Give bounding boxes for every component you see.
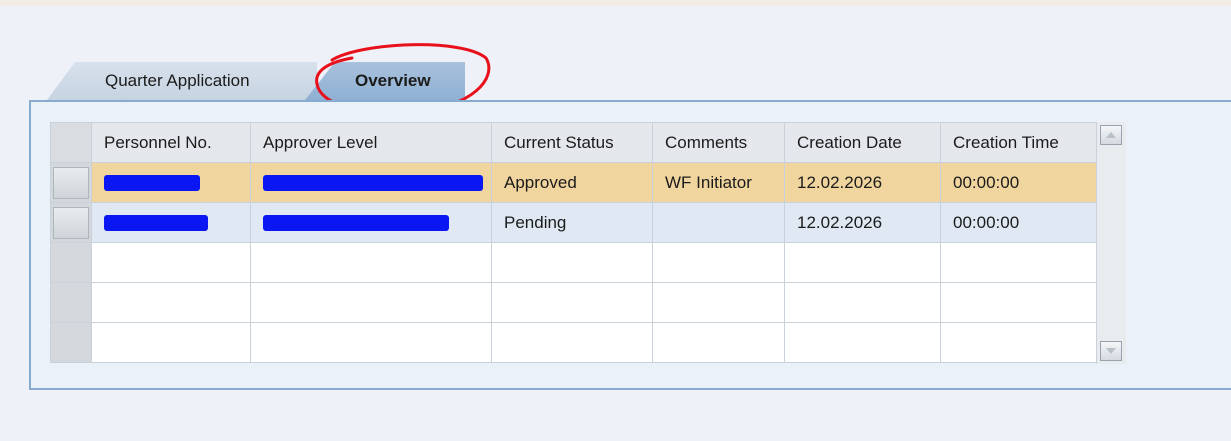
redaction-mark bbox=[263, 215, 449, 232]
arrow-down-icon bbox=[1106, 348, 1116, 354]
select-all-cell[interactable] bbox=[50, 122, 92, 163]
column-header-approver-level[interactable]: Approver Level bbox=[250, 122, 492, 163]
approver-level-cell bbox=[250, 162, 492, 203]
table-header-row: Personnel No. Approver Level Current Sta… bbox=[50, 122, 1098, 163]
status-cell: Pending bbox=[491, 202, 653, 243]
creation-time-cell: 00:00:00 bbox=[940, 202, 1098, 243]
personnel-no-cell bbox=[91, 162, 251, 203]
approval-table: Personnel No. Approver Level Current Sta… bbox=[50, 122, 1098, 363]
row-selector-button[interactable] bbox=[53, 166, 89, 199]
table-row-empty[interactable] bbox=[50, 282, 1098, 323]
tab-label: Overview bbox=[355, 71, 431, 90]
redaction-mark bbox=[263, 175, 483, 192]
table-scrollbar[interactable] bbox=[1096, 122, 1126, 364]
column-header-personnel-no[interactable]: Personnel No. bbox=[91, 122, 251, 163]
creation-time-cell: 00:00:00 bbox=[940, 162, 1098, 203]
scroll-down-button[interactable] bbox=[1100, 341, 1122, 361]
row-selector[interactable] bbox=[50, 202, 92, 243]
tab-label: Quarter Application bbox=[105, 71, 250, 90]
column-header-comments[interactable]: Comments bbox=[652, 122, 785, 163]
row-selector[interactable] bbox=[50, 162, 92, 203]
row-selector[interactable] bbox=[50, 322, 92, 363]
table-row[interactable]: Approved WF Initiator 12.02.2026 00:00:0… bbox=[50, 162, 1098, 203]
creation-date-cell: 12.02.2026 bbox=[784, 162, 941, 203]
comments-cell: WF Initiator bbox=[652, 162, 785, 203]
row-selector[interactable] bbox=[50, 242, 92, 283]
table-row[interactable]: Pending 12.02.2026 00:00:00 bbox=[50, 202, 1098, 243]
scroll-up-button[interactable] bbox=[1100, 125, 1122, 145]
redaction-mark bbox=[104, 175, 200, 192]
approver-level-cell bbox=[250, 202, 492, 243]
status-cell: Approved bbox=[491, 162, 653, 203]
row-selector[interactable] bbox=[50, 282, 92, 323]
column-header-current-status[interactable]: Current Status bbox=[491, 122, 653, 163]
redaction-mark bbox=[104, 215, 208, 232]
creation-date-cell: 12.02.2026 bbox=[784, 202, 941, 243]
table-row-empty[interactable] bbox=[50, 322, 1098, 363]
table-row-empty[interactable] bbox=[50, 242, 1098, 283]
personnel-no-cell bbox=[91, 202, 251, 243]
tab-quarter-application[interactable]: Quarter Application bbox=[47, 62, 317, 100]
column-header-creation-date[interactable]: Creation Date bbox=[784, 122, 941, 163]
column-header-creation-time[interactable]: Creation Time bbox=[940, 122, 1098, 163]
row-selector-button[interactable] bbox=[53, 206, 89, 239]
arrow-up-icon bbox=[1106, 132, 1116, 138]
comments-cell bbox=[652, 202, 785, 243]
